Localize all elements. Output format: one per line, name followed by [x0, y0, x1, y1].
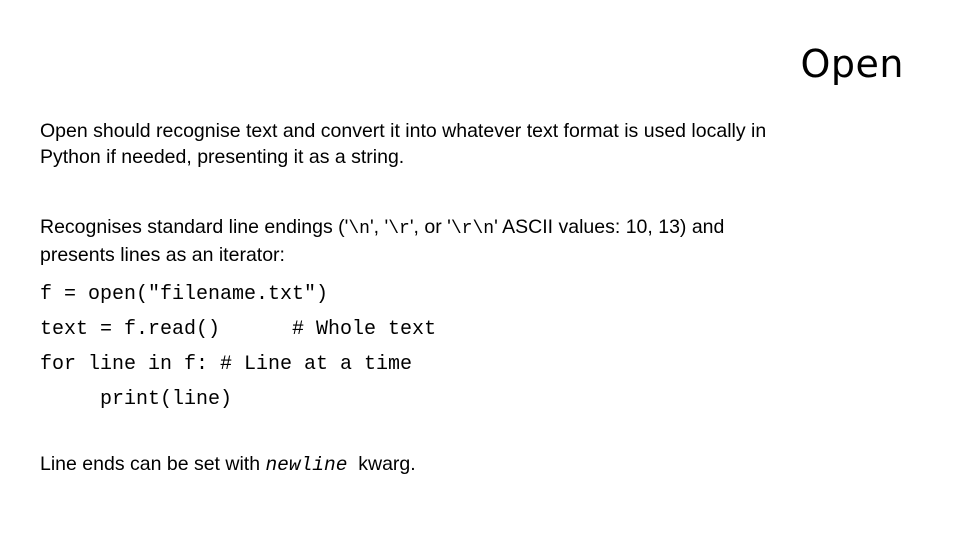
- inline-code-carriage-return: \r: [388, 219, 410, 239]
- inline-code-newline-kwarg: newline: [265, 454, 348, 476]
- text-segment: Recognises standard line endings (': [40, 216, 349, 238]
- inline-code-crlf: \r\n: [450, 219, 495, 239]
- paragraph-line: presents lines as an iterator:: [40, 244, 285, 266]
- paragraph-line: Recognises standard line endings ('\n', …: [40, 214, 920, 242]
- code-line: text = f.read() # Whole text: [40, 318, 437, 341]
- slide-title: Open: [800, 42, 904, 86]
- paragraph-newline-kwarg: Line ends can be set with newline kwarg.: [40, 451, 920, 478]
- text-segment: ', or ': [409, 216, 451, 238]
- paragraph-line: Python if needed, presenting it as a str…: [40, 146, 405, 168]
- code-line: print(line): [40, 388, 233, 411]
- paragraph-line-endings: Recognises standard line endings ('\n', …: [40, 214, 920, 268]
- text-segment: Line ends can be set with: [40, 453, 266, 475]
- text-segment: ', ': [369, 216, 389, 238]
- code-line: f = open("filename.txt"): [40, 283, 329, 306]
- code-line: for line in f: # Line at a time: [40, 353, 413, 376]
- paragraph-open-description: Open should recognise text and convert i…: [40, 118, 920, 170]
- text-segment: kwarg.: [347, 453, 416, 475]
- inline-code-newline: \n: [348, 219, 370, 239]
- code-block: f = open("filename.txt") text = f.read() …: [40, 277, 436, 417]
- paragraph-line: Open should recognise text and convert i…: [40, 120, 767, 142]
- text-segment: ' ASCII values: 10, 13) and: [494, 216, 725, 238]
